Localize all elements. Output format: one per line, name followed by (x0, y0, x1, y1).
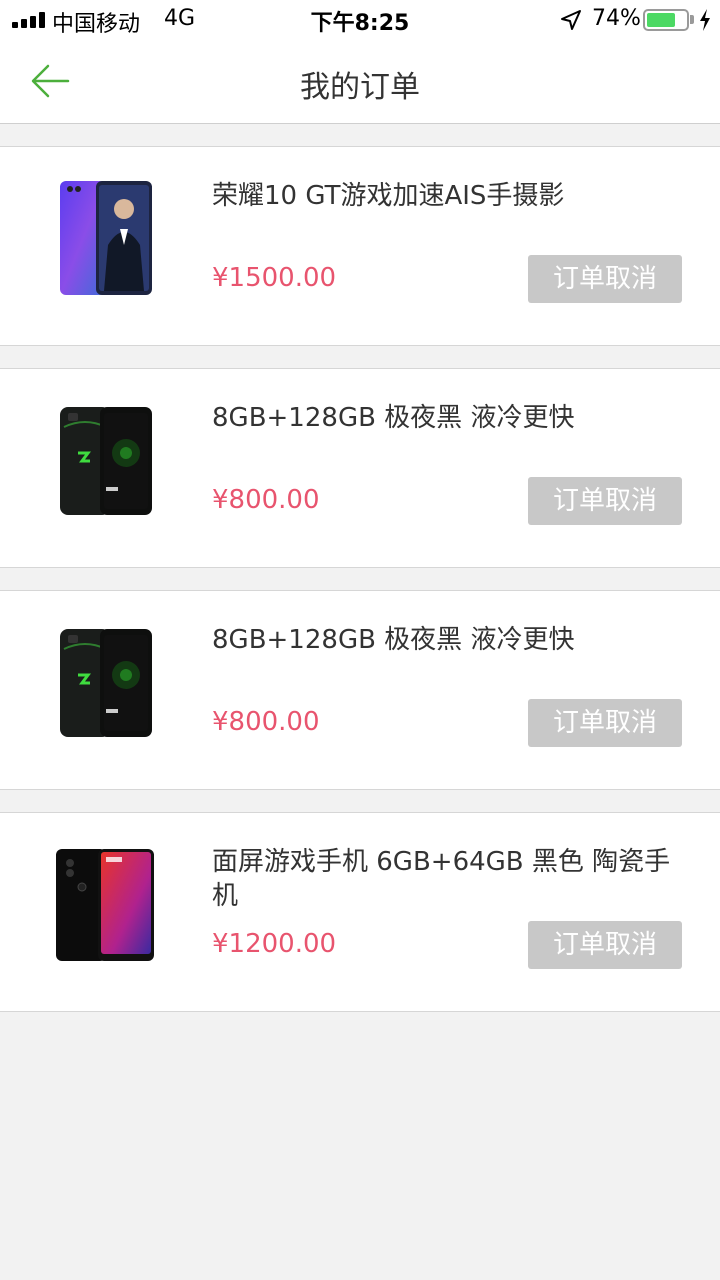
honor-10-phone-image (60, 181, 152, 295)
cancel-order-button[interactable]: 订单取消 (528, 699, 682, 747)
charging-bolt-icon (700, 9, 710, 31)
black-shark-phone-image (60, 629, 152, 737)
cancel-order-button[interactable]: 订单取消 (528, 921, 682, 969)
mi-mix-phone-image (56, 849, 154, 961)
page-title: 我的订单 (300, 70, 420, 105)
product-price: ¥1200.00 (212, 929, 337, 959)
location-arrow-icon (561, 10, 581, 30)
product-price: ¥1500.00 (212, 263, 337, 293)
status-bar: 中国移动 4G 下午8:25 74% (0, 0, 720, 40)
battery-percent: 74% (592, 6, 641, 31)
order-card[interactable]: 面屏游戏手机 6GB+64GB 黑色 陶瓷手机 ¥1200.00 订单取消 (0, 812, 720, 1012)
product-price: ¥800.00 (212, 485, 320, 515)
battery-fill (647, 13, 676, 27)
product-name: 8GB+128GB 极夜黑 液冷更快 (212, 403, 575, 433)
product-name: 荣耀10 GT游戏加速AIS手摄影 (212, 181, 565, 211)
product-price: ¥800.00 (212, 707, 320, 737)
nav-bar: 我的订单 (0, 40, 720, 124)
order-card[interactable]: 8GB+128GB 极夜黑 液冷更快 ¥800.00 订单取消 (0, 590, 720, 790)
battery-icon (643, 9, 689, 31)
battery-cap (690, 15, 694, 24)
order-list: 荣耀10 GT游戏加速AIS手摄影 ¥1500.00 订单取消 8GB+128G… (0, 146, 720, 1034)
cancel-order-button[interactable]: 订单取消 (528, 477, 682, 525)
cancel-order-button[interactable]: 订单取消 (528, 255, 682, 303)
order-card[interactable]: 荣耀10 GT游戏加速AIS手摄影 ¥1500.00 订单取消 (0, 146, 720, 346)
order-card[interactable]: 8GB+128GB 极夜黑 液冷更快 ¥800.00 订单取消 (0, 368, 720, 568)
product-name: 8GB+128GB 极夜黑 液冷更快 (212, 625, 575, 655)
product-name: 面屏游戏手机 6GB+64GB 黑色 陶瓷手机 (212, 847, 671, 911)
black-shark-phone-image (60, 407, 152, 515)
